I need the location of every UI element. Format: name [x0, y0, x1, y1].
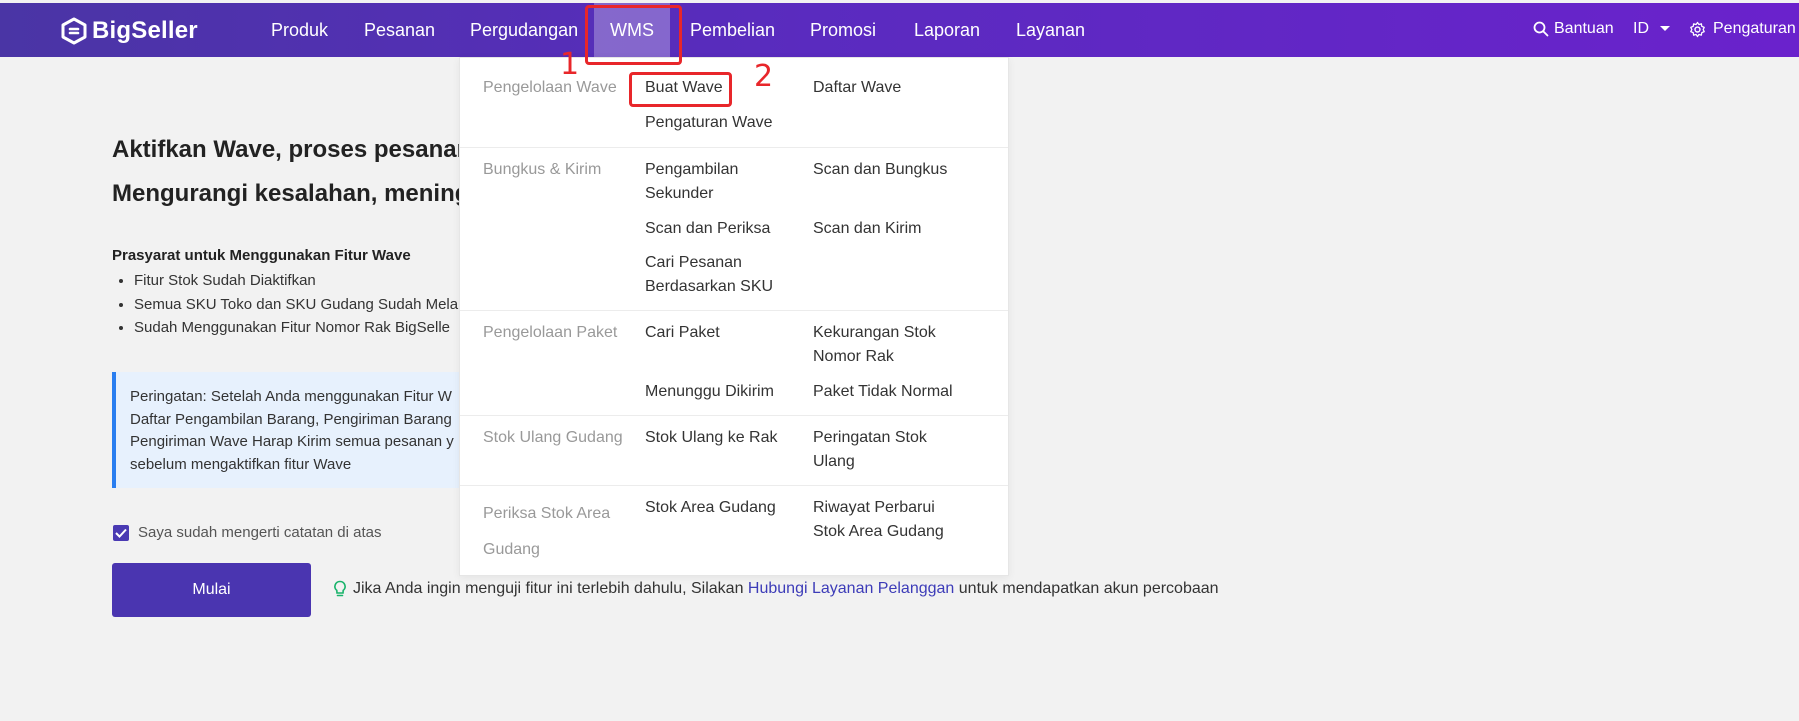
start-button[interactable]: Mulai — [112, 563, 311, 617]
menu-divider — [460, 485, 1008, 486]
help-link[interactable]: Bantuan — [1533, 20, 1614, 38]
settings-link[interactable]: Pengaturan — [1689, 20, 1796, 38]
menu-item-search-package[interactable]: Cari Paket — [645, 321, 720, 345]
warning-line: sebelum mengaktifkan fitur Wave — [130, 455, 352, 473]
logo-text: BigSeller — [92, 17, 198, 44]
language-label: ID — [1633, 20, 1649, 37]
page-heading-line2: Mengurangi kesalahan, meningk — [112, 180, 483, 207]
acknowledge-checkbox[interactable] — [113, 524, 129, 541]
tip-text-suffix: untuk mendapatkan akun percobaan — [958, 580, 1219, 597]
menu-item-area-stock-update-history[interactable]: Riwayat Perbarui Stok Area Gudang — [813, 496, 963, 544]
menu-item-wave-list[interactable]: Daftar Wave — [813, 76, 901, 100]
annotation-box-create-wave — [629, 72, 732, 107]
annotation-label-1: 1 — [560, 47, 580, 82]
nav-item-layanan[interactable]: Layanan — [1016, 20, 1085, 41]
bigseller-logo[interactable]: BigSeller — [60, 16, 198, 46]
nav-item-produk[interactable]: Produk — [271, 20, 328, 41]
search-icon — [1533, 21, 1549, 37]
menu-category-warehouse-restock: Stok Ulang Gudang — [483, 429, 623, 446]
menu-item-shelf-stock-shortage[interactable]: Kekurangan Stok Nomor Rak — [813, 321, 953, 369]
bigseller-logo-icon — [61, 17, 87, 45]
contact-support-link[interactable]: Hubungi Layanan Pelanggan — [748, 580, 954, 598]
list-item: Sudah Menggunakan Fitur Nomor Rak BigSel… — [134, 319, 484, 343]
nav-item-pergudangan[interactable]: Pergudangan — [470, 20, 578, 41]
menu-item-abnormal-package[interactable]: Paket Tidak Normal — [813, 380, 953, 404]
menu-item-warehouse-area-stock[interactable]: Stok Area Gudang — [645, 496, 776, 520]
language-selector[interactable]: ID — [1633, 20, 1671, 38]
menu-item-scan-check[interactable]: Scan dan Periksa — [645, 217, 770, 241]
acknowledge-label: Saya sudah mengerti catatan di atas — [138, 524, 382, 541]
menu-item-restock-to-shelf[interactable]: Stok Ulang ke Rak — [645, 426, 778, 450]
tip-text-prefix: Jika Anda ingin menguji fitur ini terleb… — [353, 580, 744, 597]
menu-divider — [460, 147, 1008, 148]
acknowledge-checkbox-row[interactable]: Saya sudah mengerti catatan di atas — [113, 524, 382, 541]
nav-item-pembelian[interactable]: Pembelian — [690, 20, 775, 41]
warning-line: Peringatan: Setelah Anda menggunakan Fit… — [130, 388, 452, 405]
prerequisite-title: Prasyarat untuk Menggunakan Fitur Wave — [112, 247, 411, 264]
trial-tip: Jika Anda ingin menguji fitur ini terleb… — [333, 580, 1219, 598]
nav-item-laporan[interactable]: Laporan — [914, 20, 980, 41]
warning-line: Pengiriman Wave Harap Kirim semua pesana… — [130, 433, 454, 450]
menu-category-wave-management: Pengelolaan Wave — [483, 79, 617, 96]
caret-down-icon — [1660, 26, 1670, 31]
menu-item-wave-settings[interactable]: Pengaturan Wave — [645, 111, 772, 135]
menu-item-scan-ship[interactable]: Scan dan Kirim — [813, 217, 922, 241]
wms-dropdown-menu: Pengelolaan Wave Buat Wave Daftar Wave P… — [459, 57, 1009, 576]
settings-label: Pengaturan — [1713, 20, 1796, 37]
gear-icon — [1690, 21, 1705, 37]
menu-item-restock-alert[interactable]: Peringatan Stok Ulang — [813, 426, 943, 474]
list-item: Fitur Stok Sudah Diaktifkan — [134, 272, 484, 296]
menu-category-package-management: Pengelolaan Paket — [483, 324, 618, 341]
lightbulb-icon — [334, 580, 346, 597]
warning-notice: Peringatan: Setelah Anda menggunakan Fit… — [112, 372, 472, 488]
menu-divider — [460, 415, 1008, 416]
checkmark-icon — [115, 528, 127, 538]
help-label: Bantuan — [1554, 20, 1614, 37]
nav-item-promosi[interactable]: Promosi — [810, 20, 876, 41]
menu-category-pack-ship: Bungkus & Kirim — [483, 161, 602, 178]
prerequisite-list: Fitur Stok Sudah Diaktifkan Semua SKU To… — [112, 272, 484, 343]
page-heading-line1: Aktifkan Wave, proses pesanan — [112, 136, 472, 163]
annotation-box-wms — [585, 5, 682, 65]
menu-item-secondary-picking[interactable]: Pengambilan Sekunder — [645, 158, 785, 206]
menu-category-check-area-stock: Periksa Stok Area Gudang — [483, 505, 611, 558]
nav-item-pesanan[interactable]: Pesanan — [364, 20, 435, 41]
list-item: Semua SKU Toko dan SKU Gudang Sudah Mela — [134, 296, 484, 320]
top-nav-bar: BigSeller Produk Pesanan Pergudangan Pem… — [0, 3, 1799, 57]
menu-item-search-order-by-sku[interactable]: Cari Pesanan Berdasarkan SKU — [645, 251, 795, 299]
menu-divider — [460, 310, 1008, 311]
menu-item-awaiting-shipment[interactable]: Menunggu Dikirim — [645, 380, 774, 404]
warning-line: Daftar Pengambilan Barang, Pengiriman Ba… — [130, 410, 452, 428]
menu-item-scan-pack[interactable]: Scan dan Bungkus — [813, 158, 947, 182]
annotation-label-2: 2 — [754, 59, 774, 94]
